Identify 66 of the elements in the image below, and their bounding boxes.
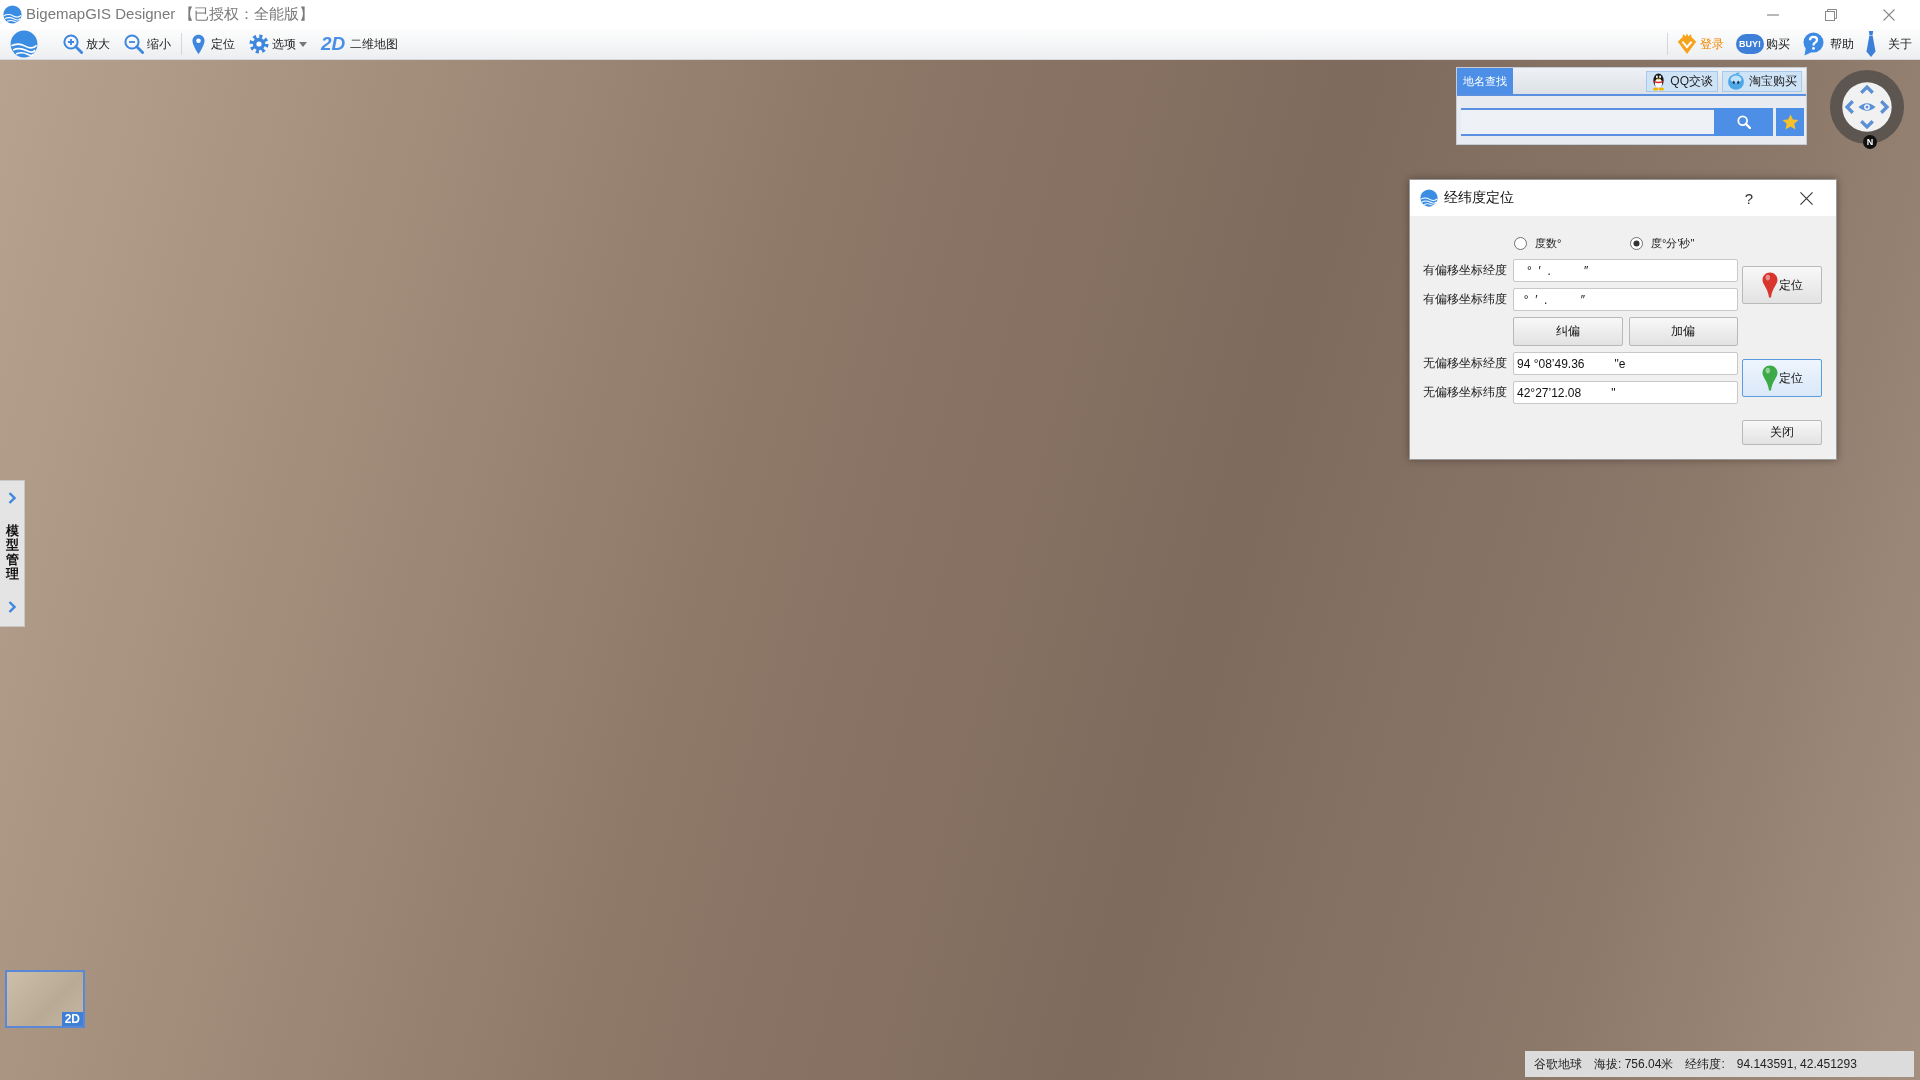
buy-badge: BUY!: [1736, 34, 1764, 54]
buy-button[interactable]: BUY! 购买: [1732, 30, 1794, 58]
minimize-icon: [1767, 13, 1779, 16]
star-icon: [1781, 114, 1799, 130]
chat-button[interactable]: QQ交谈: [1646, 70, 1718, 92]
map-source-label: 谷歌地球: [1534, 1055, 1582, 1073]
locate-button[interactable]: 定位: [1742, 266, 1822, 304]
pin-icon: [192, 33, 205, 55]
app-logo-icon: [1420, 189, 1438, 207]
dialog-title: 经纬度定位: [1444, 189, 1514, 207]
caret-icon: [299, 41, 307, 47]
cartoon-face-icon: [1727, 72, 1745, 90]
radio-button[interactable]: [1514, 236, 1527, 250]
close-button[interactable]: 关闭: [1742, 420, 1822, 445]
help-icon: [1802, 32, 1824, 56]
view-mode-label: 2D: [321, 33, 346, 55]
coordinate-field[interactable]: 94 °08’49.36 "e: [1513, 352, 1738, 375]
close-icon: [1883, 8, 1895, 21]
search-button[interactable]: [1714, 108, 1773, 136]
zoom-out-icon: [124, 34, 144, 54]
zoom-out-button[interactable]: 缩小: [120, 30, 175, 58]
zoom-in-icon: [63, 34, 83, 54]
help-button[interactable]: 帮助: [1798, 30, 1858, 58]
coordinate-field[interactable]: ° ′ . ″: [1513, 259, 1738, 282]
window-title: BigemapGIS Designer 【已授权：全能版】: [26, 5, 315, 24]
field-label: 有偏移坐标经度: [1423, 262, 1508, 279]
chevron-right-icon: [8, 492, 16, 504]
side-panel-title: 模型管理: [5, 523, 19, 582]
coordinates-label: 经纬度:: [1685, 1055, 1725, 1073]
search-icon: [1736, 115, 1751, 129]
satellite-map-photo[interactable]: [0, 60, 1920, 1080]
radio-button[interactable]: [1630, 236, 1643, 250]
radio-label: 度数°: [1535, 235, 1562, 251]
penguin-icon: [1651, 71, 1667, 91]
help-button[interactable]: ?: [1734, 183, 1764, 213]
app-logo-icon: [3, 5, 22, 24]
locate-button[interactable]: 定位: [188, 30, 239, 58]
coordinates-value: 94.143591, 42.451293: [1736, 1057, 1857, 1071]
coordinate-field[interactable]: ° ′ . ″: [1513, 288, 1738, 311]
settings-icon: [249, 34, 269, 54]
radio-label: 度°分'秒": [1651, 235, 1695, 251]
coordinate-field[interactable]: 42°27’12.08 ": [1513, 381, 1738, 404]
map-2d-button[interactable]: 2D 二维地图: [317, 30, 403, 58]
elevation-text: 海拔: 756.04米: [1594, 1055, 1674, 1073]
field-label: 无偏移坐标纬度: [1423, 384, 1508, 401]
close-icon: [1799, 191, 1813, 205]
necktie-icon: [1866, 31, 1876, 57]
options-button[interactable]: 选项: [245, 30, 311, 58]
model-panel-tab[interactable]: 模型管理: [0, 480, 25, 627]
field-label: 无偏移坐标经度: [1423, 355, 1508, 372]
chevron-right-icon: [8, 601, 16, 613]
offset-button[interactable]: 纠偏: [1513, 317, 1623, 346]
app-logo-icon[interactable]: [10, 30, 38, 58]
crown-shield-icon: [1676, 33, 1698, 55]
minimap-photo[interactable]: 2D: [5, 970, 85, 1028]
view-mode-label: 2D: [61, 1012, 83, 1026]
offset-button[interactable]: 加偏: [1628, 317, 1738, 346]
field-label: 有偏移坐标纬度: [1423, 291, 1508, 308]
shop-button[interactable]: 淘宝购买: [1722, 70, 1802, 92]
navigation-compass-icon[interactable]: [1829, 69, 1905, 145]
favorites-button[interactable]: [1776, 108, 1804, 136]
locate-button[interactable]: 定位: [1742, 359, 1822, 397]
zoom-in-button[interactable]: 放大: [59, 30, 114, 58]
search-field[interactable]: [1461, 108, 1714, 136]
about-button[interactable]: 关于: [1862, 30, 1916, 58]
restore-icon: [1825, 8, 1837, 21]
